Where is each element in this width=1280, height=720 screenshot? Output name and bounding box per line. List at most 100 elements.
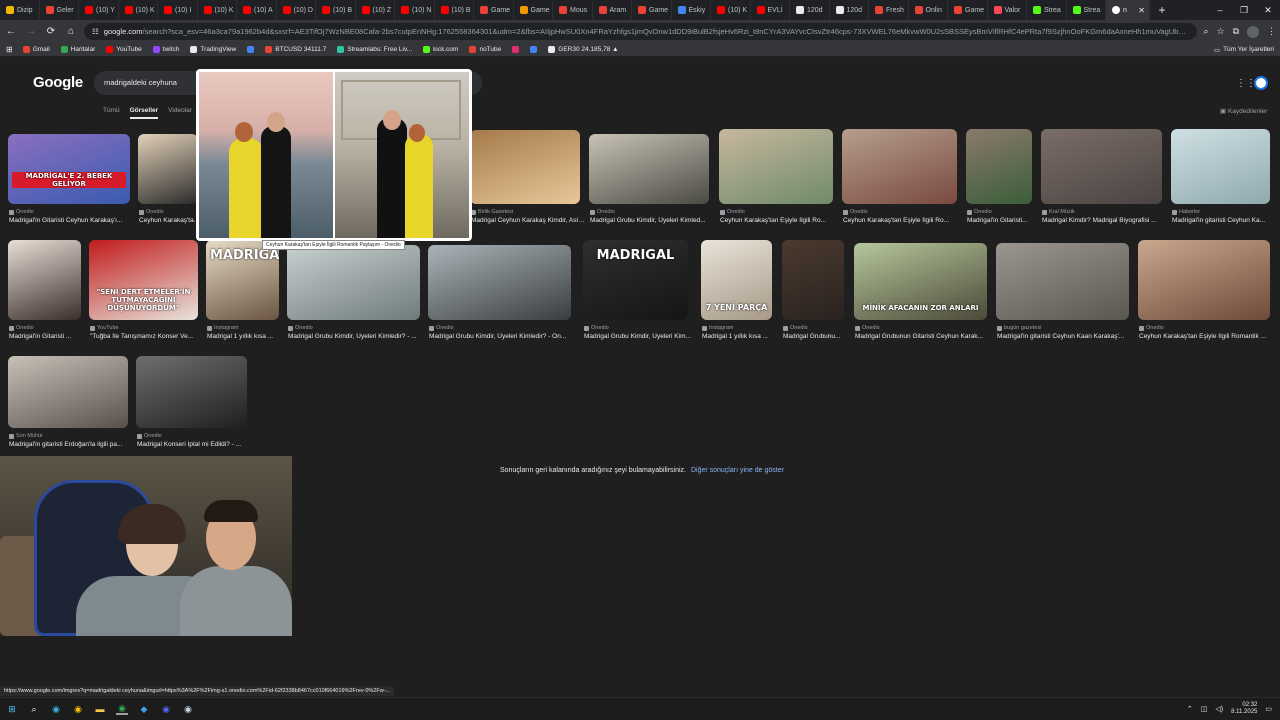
browser-tab[interactable]: Strea [1067, 0, 1106, 20]
result-thumbnail[interactable]: "SENİ DERT ETMELER'İN TUTMAYACAĞINI DÜŞÜ… [89, 240, 198, 320]
browser-tab[interactable]: Geler [40, 0, 79, 20]
result-source[interactable]: Onedio [855, 325, 880, 331]
browser-tab[interactable]: (10) N [395, 0, 435, 20]
result-title[interactable]: Madrigal Grubu Kimdir, Üyeleri Kimledir?… [288, 333, 425, 340]
browser-tab[interactable]: (10) Y [79, 0, 119, 20]
all-bookmarks[interactable]: ▭ Tüm Yer İşaretleri [1214, 46, 1274, 54]
result-source[interactable]: Onedio [720, 209, 745, 215]
result-thumbnail[interactable]: MİNİK AFACANIN ZOR ANLARI [854, 243, 987, 320]
browser-tab[interactable]: Aram [593, 0, 632, 20]
image-result[interactable]: bugün gazetesi Madrigal'in gitaristi Ceyh… [996, 243, 1129, 346]
close-window-button[interactable]: ✕ [1256, 0, 1280, 20]
clock[interactable]: 02:32 8.11.2025 [1231, 702, 1257, 716]
result-thumbnail[interactable] [136, 356, 247, 428]
profile-avatar[interactable] [1247, 25, 1259, 38]
result-thumbnail[interactable]: MADRIGAL [206, 240, 279, 320]
bookmark-item[interactable]: TradingView [190, 46, 236, 53]
bookmark-item[interactable] [247, 46, 255, 53]
chrome-icon[interactable]: ◉ [72, 703, 84, 715]
browser-tab[interactable]: (10) I [158, 0, 198, 20]
browser-tab[interactable]: (10) K [198, 0, 237, 20]
bookmark-item[interactable]: kick.com [423, 46, 458, 53]
browser-tab[interactable]: (10) B [435, 0, 474, 20]
tab-images[interactable]: Görseller [129, 107, 159, 119]
result-thumbnail[interactable] [428, 245, 571, 320]
result-title[interactable]: Madrigal'in Gitaristi ... [9, 333, 86, 340]
bookmark-item[interactable]: Streamlabs: Free Liv... [337, 46, 412, 53]
image-result[interactable]: Onedio Madrigal Grubu Kimdir, Üyeleri Kim… [589, 134, 709, 230]
image-result[interactable]: Haberler Madrigal'in gitaristi Ceyhun Ka.… [1171, 129, 1270, 230]
browser-tab[interactable]: (10) Z [356, 0, 395, 20]
bookmark-item[interactable]: BTCUSD 34111.7 [265, 46, 326, 53]
menu-icon[interactable]: ⋮ [1267, 26, 1276, 38]
result-thumbnail[interactable] [1041, 129, 1162, 204]
edge-icon[interactable]: ◉ [50, 703, 62, 715]
account-avatar[interactable] [1254, 76, 1268, 90]
active-tab[interactable]: n ✕ [1106, 0, 1150, 20]
image-result[interactable]: Onedio Madrigal Grubu Kimdir, Üyeleri Kim… [287, 245, 420, 346]
result-title[interactable]: Madrigal'in gitaristi Erdoğan'la ilgili … [9, 441, 133, 448]
browser-tab[interactable]: Dizip [0, 0, 40, 20]
result-source[interactable]: Son Mühür [9, 433, 43, 439]
google-logo[interactable]: Google [33, 74, 83, 91]
network-icon[interactable]: ◫ [1201, 705, 1208, 713]
home-icon[interactable]: ⌂ [64, 26, 78, 37]
browser-tab[interactable]: Game [514, 0, 553, 20]
result-source[interactable]: Onedio [584, 325, 609, 331]
image-result[interactable]: Onedio Madrigal Konseri İptal mi Edildi? … [136, 356, 247, 454]
windows-start-icon[interactable]: ⊞ [6, 703, 18, 715]
address-bar[interactable]: ☷ google.com/search?sca_esv=46a3ca79a196… [84, 23, 1198, 40]
result-thumbnail[interactable] [138, 134, 198, 204]
result-title[interactable]: Madrigal'in gitaristi Ceyhun Kaan Karaka… [997, 333, 1134, 340]
result-thumbnail[interactable] [287, 245, 420, 320]
bookmark-star-icon[interactable]: ☆ [1216, 26, 1224, 38]
browser-tab[interactable]: Onlin [909, 0, 948, 20]
tab-videos[interactable]: Videolar [168, 107, 192, 119]
result-source[interactable]: Birlik Gazetesi [471, 209, 513, 215]
file-explorer-icon[interactable]: ▬ [94, 703, 106, 715]
minimize-button[interactable]: – [1208, 0, 1232, 20]
tab-all[interactable]: Tümü [103, 107, 120, 119]
image-result[interactable]: Onedio Madrigal Grubunu... [782, 240, 844, 346]
result-thumbnail[interactable] [589, 134, 709, 204]
extensions-icon[interactable]: ⧉ [1233, 26, 1239, 38]
zoom-icon[interactable]: ⌕ [1203, 26, 1208, 38]
result-source[interactable]: bugün gazetesi [997, 325, 1041, 331]
image-result[interactable]: "SENİ DERT ETMELER'İN TUTMAYACAĞINI DÜŞÜ… [89, 240, 198, 346]
image-result[interactable]: Onedio Ceyhun Karakaş'tan Eşiyle İlgili R… [1138, 240, 1270, 346]
result-source[interactable]: Instagram [702, 325, 733, 331]
result-title[interactable]: Madrigal Grubunu... [783, 333, 849, 340]
close-tab-icon[interactable]: ✕ [1138, 6, 1145, 15]
image-result[interactable]: MİNİK AFACANIN ZOR ANLARI Onedio Madrigal … [854, 243, 987, 346]
image-result[interactable]: Onedio Madrigal Grubu Kimdir, Üyeleri Kim… [428, 245, 571, 346]
result-thumbnail[interactable] [470, 130, 580, 204]
result-thumbnail[interactable]: MADRİGAL'E 2. BEBEK GELİYOR [8, 134, 130, 204]
steam-icon[interactable]: ◉ [182, 703, 194, 715]
bookmark-item[interactable] [530, 46, 538, 53]
browser-tab[interactable]: 120d [830, 0, 869, 20]
browser-tab[interactable]: 120d [790, 0, 830, 20]
image-result[interactable]: MADRIGAL Onedio Madrigal Grubu Kimdir, Üye… [583, 240, 691, 346]
result-thumbnail[interactable]: 7 YENİ PARÇA [701, 240, 772, 320]
result-source[interactable]: Onedio [139, 209, 164, 215]
google-apps-icon[interactable]: ⋮⋮ [1236, 78, 1256, 89]
reload-icon[interactable]: ⟳ [44, 26, 58, 37]
browser-tab[interactable]: Eskiy [672, 0, 711, 20]
image-result[interactable]: Onedio Ceyhun Karakaş'ta... [138, 134, 199, 230]
result-thumbnail[interactable] [782, 240, 844, 320]
result-source[interactable]: Onedio [783, 325, 808, 331]
notifications-icon[interactable]: ▭ [1265, 705, 1272, 713]
result-title[interactable]: Madrigal 1 yıllık kısa ... [702, 333, 777, 340]
result-source[interactable]: Onedio [590, 209, 615, 215]
bookmark-item[interactable]: Haritalar [60, 46, 95, 53]
back-icon[interactable]: ← [4, 26, 18, 37]
result-source[interactable]: Onedio [9, 325, 34, 331]
result-title[interactable]: Madrigal 1 yıllık kısa ... [207, 333, 284, 340]
bookmark-item[interactable] [512, 46, 520, 53]
bookmark-item[interactable]: twitch [152, 46, 179, 53]
site-info-icon[interactable]: ☷ [92, 27, 99, 36]
browser-tab[interactable]: (10) K [119, 0, 158, 20]
browser-tab[interactable]: (10) D [277, 0, 316, 20]
image-result[interactable]: Son Mühür Madrigal'in gitaristi Erdoğan'l… [8, 356, 128, 454]
result-thumbnail[interactable] [1171, 129, 1270, 204]
